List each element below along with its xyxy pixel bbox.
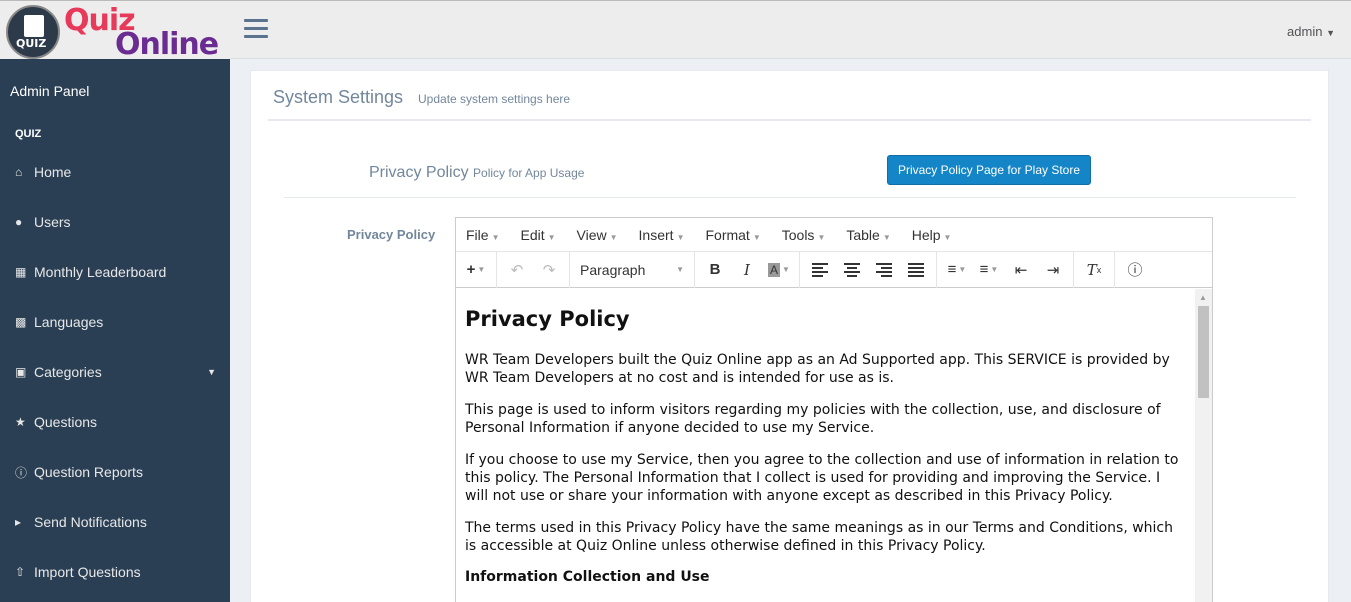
sidebar-item-categories[interactable]: ▣ Categories ▼ [0,347,230,397]
menu-label: Format [705,226,750,243]
home-icon: ⌂ [15,165,23,179]
user-name: admin [1287,24,1323,39]
chevron-down-icon: ▼ [676,265,684,274]
outdent-icon[interactable]: ⇤ [1005,258,1037,282]
sidebar-item-questions[interactable]: ★ Questions [0,397,230,447]
align-center-icon[interactable] [836,258,868,282]
admin-panel-label: Admin Panel [10,83,90,99]
rich-text-editor: File ▼ Edit ▼ View ▼ Insert ▼ Format ▼ Tools ▼… [455,217,1213,602]
redo-icon[interactable]: ↷ [533,258,565,282]
bullhorn-icon: ▸ [15,515,22,529]
content-paragraph: The terms used in this Privacy Policy ha… [465,520,1173,554]
menu-label: Insert [638,226,674,243]
privacy-policy-heading: Privacy Policy Policy for App Usage [369,164,584,182]
sidebar-item-send-notifications[interactable]: ▸ Send Notifications [0,497,230,547]
top-navbar: admin ▼ [230,0,1351,59]
menu-label: Edit [520,226,545,243]
scroll-up-icon[interactable]: ▲ [1199,293,1207,302]
content-paragraph: WR Team Developers built the Quiz Online… [465,352,1170,386]
editor-content[interactable]: Privacy Policy WR Team Developers built … [456,289,1196,602]
bold-icon[interactable]: B [699,258,731,282]
sidebar-item-label: Languages [34,314,104,330]
menu-tools[interactable]: Tools ▼ [777,227,826,243]
chevron-down-icon: ▼ [1326,28,1335,38]
menu-toggle-icon[interactable] [244,19,268,39]
sidebar-item-home[interactable]: ⌂ Home [0,147,230,197]
menu-label: Tools [781,226,815,243]
sidebar-item-languages[interactable]: ▩ Languages [0,297,230,347]
user-menu[interactable]: admin ▼ [1287,24,1335,39]
page-title: System Settings [273,87,404,107]
language-icon: ▩ [15,315,27,329]
divider [268,119,1311,121]
scrollbar-thumb[interactable] [1198,306,1209,398]
menu-view[interactable]: View ▼ [572,227,618,243]
sidebar: QUIZ Quiz Online Admin Panel QUIZ ⌂ Home… [0,0,230,602]
sidebar-item-label: Send Notifications [34,514,147,530]
sidebar-section-title: QUIZ [15,128,42,140]
help-icon[interactable]: ⓘ [1119,258,1151,282]
privacy-policy-heading-small: Policy for App Usage [473,166,585,180]
menu-edit[interactable]: Edit ▼ [515,227,555,243]
align-justify-icon[interactable] [900,258,932,282]
sidebar-item-label: Monthly Leaderboard [34,264,167,280]
content-paragraph: This page is used to inform visitors reg… [465,402,1161,436]
italic-icon[interactable]: I [731,258,763,282]
sidebar-item-users[interactable]: ● Users [0,197,230,247]
logo-online-text: Online [115,27,219,62]
question-circle-icon: ⓘ [15,465,28,480]
settings-panel: System Settings Update system settings h… [250,70,1329,602]
editor-menubar: File ▼ Edit ▼ View ▼ Insert ▼ Format ▼ Tools ▼… [456,218,1212,252]
privacy-policy-field-label: Privacy Policy [347,227,436,242]
sidebar-item-monthly-leaderboard[interactable]: ▦ Monthly Leaderboard [0,247,230,297]
clear-formatting-icon[interactable]: Tx [1078,258,1110,282]
block-format-select[interactable]: Paragraph ▼ [574,258,690,282]
editor-scrollbar[interactable]: ▲ [1195,289,1212,602]
text-color-icon[interactable]: A ▼ [763,258,795,282]
users-icon: ● [15,215,23,229]
insert-plus-icon[interactable]: + ▼ [460,258,492,282]
bullet-list-icon[interactable]: ≡ ▼ [941,258,973,282]
menu-file[interactable]: File ▼ [461,227,499,243]
menu-insert[interactable]: Insert ▼ [634,227,685,243]
menu-label: File [466,226,489,243]
numbered-list-icon[interactable]: ≡ ▼ [973,258,1005,282]
block-format-value: Paragraph [580,261,646,278]
sidebar-item-label: Question Reports [34,464,143,480]
privacy-policy-play-store-button[interactable]: Privacy Policy Page for Play Store [887,155,1091,185]
editor-toolbar: + ▼ ↶ ↷ Paragraph ▼ B I A ▼ ≡ ▼ ≡ ▼ ⇤ ⇥ … [456,251,1212,288]
divider [284,197,1296,198]
indent-icon[interactable]: ⇥ [1037,258,1069,282]
caret-down-icon: ▼ [207,367,216,377]
logo-badge-icon: QUIZ [6,5,60,59]
sidebar-item-label: Import Questions [34,564,141,580]
content-heading: Privacy Policy [465,307,630,331]
sidebar-item-question-reports[interactable]: ⓘ Question Reports [0,447,230,497]
privacy-policy-heading-text: Privacy Policy [369,164,469,181]
upload-icon: ⇧ [15,565,26,579]
menu-label: Table [846,226,880,243]
page-subtitle: Update system settings here [418,92,571,106]
gift-icon: ▣ [15,365,27,379]
sidebar-item-label: Categories [34,364,102,380]
logo-badge-text: QUIZ [16,37,47,50]
sidebar-item-import-questions[interactable]: ⇧ Import Questions [0,547,230,597]
sidebar-item-label: Questions [34,414,98,430]
menu-label: View [576,226,607,243]
content-subheading: Information Collection and Use [465,569,710,585]
sidebar-item-label: Home [34,164,72,180]
menu-format[interactable]: Format ▼ [700,227,760,243]
sidebar-item-label: Users [34,214,71,230]
content-paragraph: If you choose to use my Service, then yo… [465,452,1179,504]
undo-icon[interactable]: ↶ [501,258,533,282]
trophy-icon: ★ [15,415,26,429]
table-icon: ▦ [15,265,27,279]
logo[interactable]: QUIZ Quiz Online [0,0,230,62]
align-left-icon[interactable] [804,258,836,282]
menu-table[interactable]: Table ▼ [841,227,890,243]
menu-help[interactable]: Help ▼ [907,227,952,243]
menu-label: Help [911,226,941,243]
align-right-icon[interactable] [868,258,900,282]
